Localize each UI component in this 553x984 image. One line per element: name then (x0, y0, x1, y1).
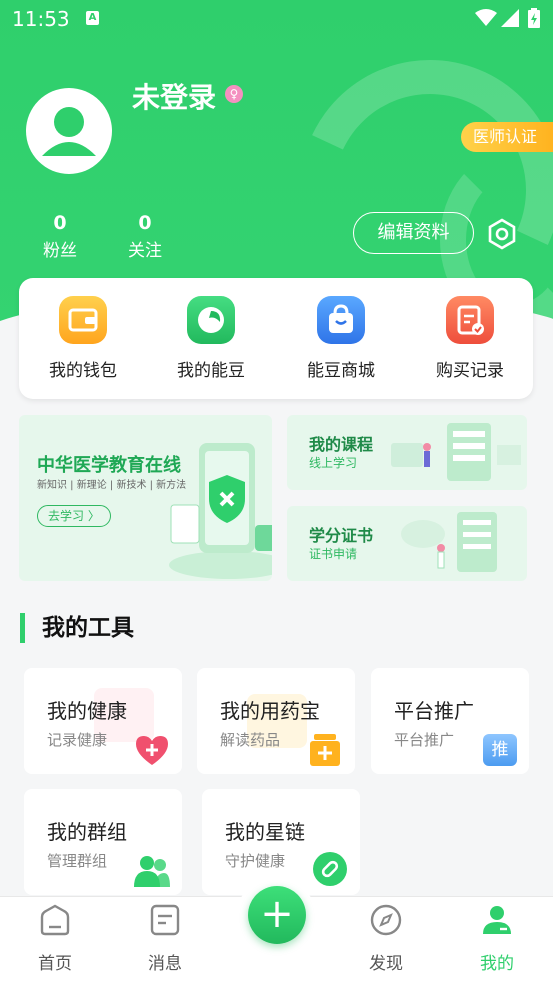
shopping-bag-icon (317, 296, 365, 344)
tool-my-groups[interactable]: 我的群组 管理群组 (24, 789, 182, 895)
add-button[interactable]: + (248, 886, 306, 944)
tool-title: 我的星链 (225, 820, 305, 844)
fans-stat[interactable]: 0 粉丝 (30, 212, 90, 261)
bean-icon (187, 296, 235, 344)
tool-subtitle: 管理群组 (47, 852, 108, 870)
quick-action-label: 我的能豆 (177, 361, 245, 381)
banner-medical-education[interactable]: 中华医学教育在线 新知识 | 新理论 | 新技术 | 新方法 去学习 〉 (19, 415, 272, 581)
banner-subtitle: 证书申请 (309, 547, 358, 561)
wifi-icon (475, 9, 497, 26)
group-icon (134, 856, 170, 887)
tool-my-health[interactable]: 我的健康 记录健康 (24, 668, 182, 774)
fans-count: 0 (53, 212, 67, 234)
status-bar: 11:53 A (0, 0, 553, 38)
tab-label: 消息 (148, 954, 182, 974)
tool-subtitle: 解读药品 (220, 731, 281, 749)
quick-action-label: 购买记录 (436, 361, 504, 381)
female-icon: ♀ (225, 85, 243, 103)
quick-action-purchase-records[interactable]: 购买记录 (415, 296, 525, 381)
settings-icon[interactable] (486, 218, 518, 250)
tab-discover[interactable]: 发现 (351, 903, 421, 974)
quick-action-label: 能豆商城 (307, 361, 375, 381)
banner-subtitle: 线上学习 (309, 456, 358, 470)
battery-icon (528, 8, 540, 28)
fans-label: 粉丝 (43, 241, 77, 261)
tool-subtitle: 平台推广 (394, 731, 455, 749)
cellular-icon (501, 9, 519, 27)
tool-title: 我的健康 (47, 699, 127, 723)
quick-action-label: 我的钱包 (49, 361, 117, 381)
tool-title: 平台推广 (394, 699, 474, 723)
phone-shield-illustration (169, 443, 272, 579)
tab-messages[interactable]: 消息 (130, 903, 200, 974)
clipboard-check-icon (446, 296, 494, 344)
message-icon (150, 904, 180, 936)
tab-mine[interactable]: 我的 (462, 903, 532, 974)
user-icon (483, 906, 511, 934)
promote-icon: 推 (483, 734, 517, 766)
go-study-button[interactable]: 去学习 〉 (37, 505, 111, 527)
tab-label: 发现 (369, 954, 403, 974)
heart-plus-icon (136, 736, 168, 765)
wallet-icon (59, 296, 107, 344)
tool-platform-promotion[interactable]: 平台推广 平台推广 推 (371, 668, 529, 774)
user-avatar-icon (42, 107, 96, 156)
tool-subtitle: 记录健康 (47, 731, 108, 749)
tab-label: 首页 (38, 954, 72, 974)
tool-my-medicine[interactable]: 我的用药宝 解读药品 (197, 668, 355, 774)
username[interactable]: 未登录 (132, 76, 216, 116)
quick-action-wallet[interactable]: 我的钱包 (28, 296, 138, 381)
doctor-certification-badge[interactable]: 医师认证 (461, 122, 553, 152)
link-icon (313, 852, 347, 886)
banner-my-courses[interactable]: 我的课程 线上学习 (287, 415, 527, 490)
status-time: 11:53 (12, 7, 70, 31)
follow-label: 关注 (128, 241, 162, 261)
follow-stat[interactable]: 0 关注 (115, 212, 175, 261)
banner-credit-certificate[interactable]: 学分证书 证书申请 (287, 506, 527, 581)
tab-label: 我的 (480, 954, 514, 974)
tab-home[interactable]: 首页 (20, 903, 90, 974)
quick-action-beans[interactable]: 我的能豆 (156, 296, 266, 381)
quick-action-mall[interactable]: 能豆商城 (286, 296, 396, 381)
tools-section-title: 我的工具 (20, 613, 134, 643)
compass-icon (370, 904, 402, 936)
banner-title: 学分证书 (309, 526, 374, 545)
banner-title: 我的课程 (309, 435, 374, 454)
course-illustration (391, 423, 521, 481)
tool-title: 我的群组 (47, 820, 127, 844)
edit-profile-button[interactable]: 编辑资料 (353, 212, 474, 254)
medicine-box-icon (310, 734, 340, 766)
tool-subtitle: 守护健康 (225, 852, 286, 870)
notification-a-icon: A (86, 11, 99, 25)
avatar[interactable] (26, 88, 112, 174)
quick-actions-card: 我的钱包 我的能豆 能豆商城 购买记录 (19, 278, 533, 399)
tool-title: 我的用药宝 (220, 699, 320, 723)
certificate-illustration (401, 512, 497, 572)
follow-count: 0 (138, 212, 152, 234)
home-icon (40, 904, 70, 936)
